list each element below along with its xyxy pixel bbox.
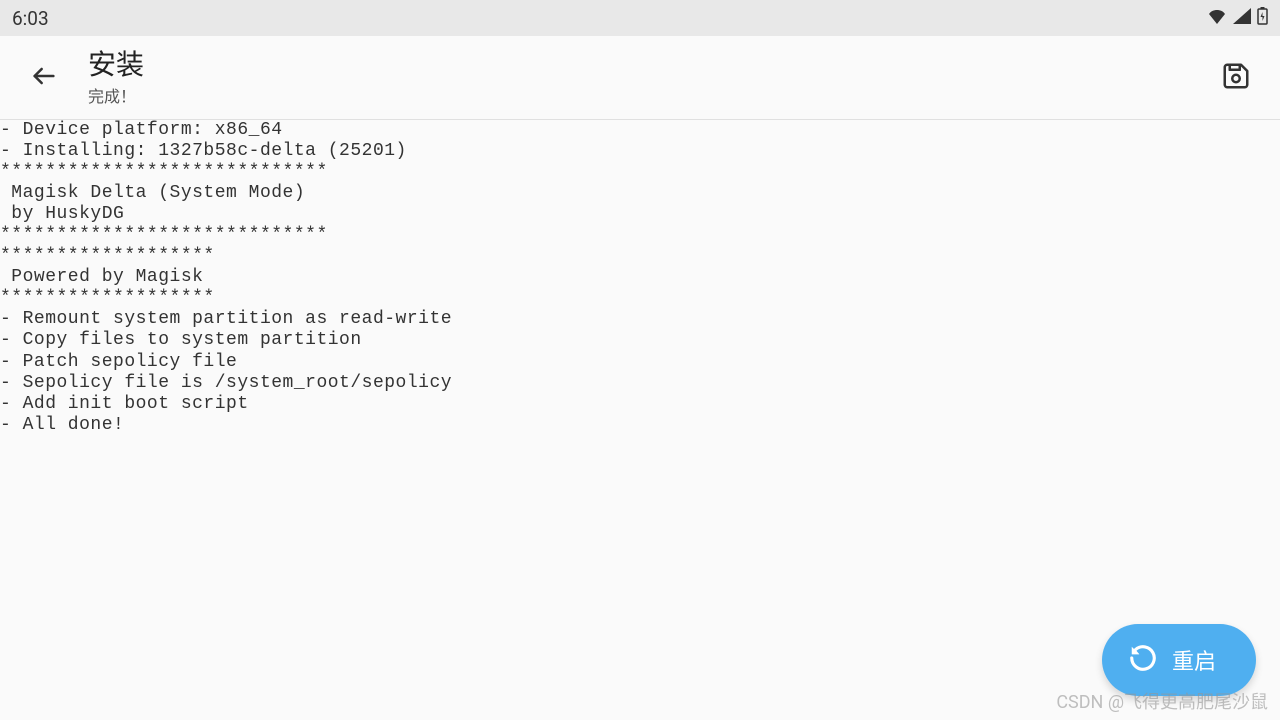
save-button[interactable] <box>1212 54 1260 102</box>
reboot-icon <box>1128 643 1158 677</box>
arrow-left-icon <box>30 62 58 94</box>
status-bar: 6:03 <box>0 0 1280 36</box>
wifi-icon <box>1207 8 1227 28</box>
signal-icon <box>1233 8 1251 28</box>
title-group: 安装 完成！ <box>88 48 144 108</box>
app-header: 安装 完成！ <box>0 36 1280 120</box>
page-subtitle: 完成！ <box>88 83 144 107</box>
save-icon <box>1221 61 1251 95</box>
status-time: 6:03 <box>12 7 49 30</box>
install-log: - Device platform: x86_64 - Installing: … <box>0 120 1280 436</box>
back-button[interactable] <box>20 54 68 102</box>
reboot-button[interactable]: 重启 <box>1102 624 1256 696</box>
battery-icon <box>1257 7 1268 29</box>
status-icons <box>1207 7 1268 29</box>
reboot-label: 重启 <box>1172 644 1216 676</box>
page-title: 安装 <box>88 48 144 82</box>
